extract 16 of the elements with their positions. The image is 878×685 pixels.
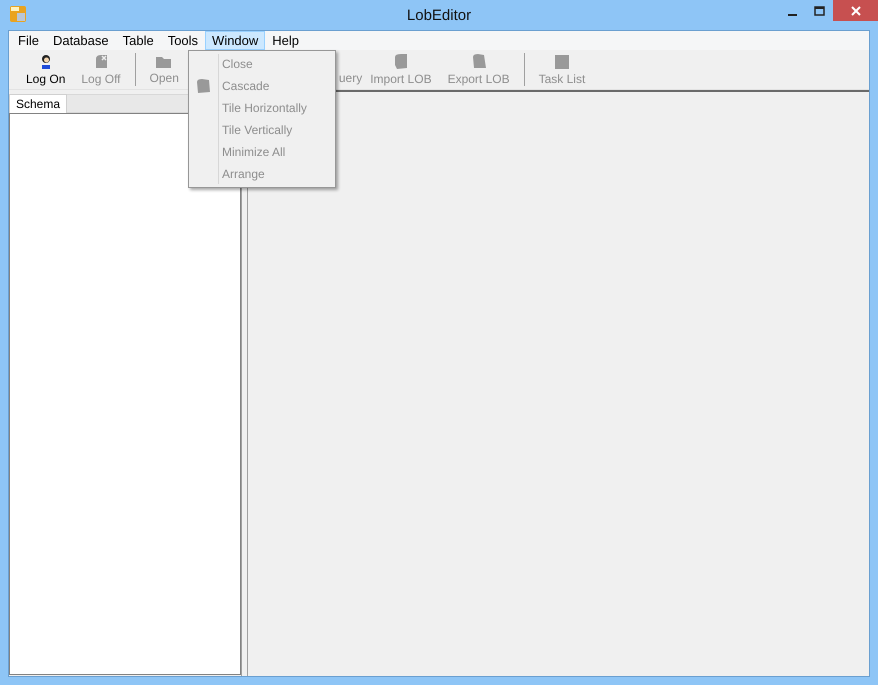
menu-item[interactable]: Table (116, 31, 161, 50)
schema-tab[interactable]: Schema (9, 94, 68, 113)
menu-item[interactable]: Database (46, 31, 116, 50)
menu-item[interactable]: Help (265, 31, 306, 50)
toolbar-button[interactable]: Log On (18, 50, 74, 89)
close-icon (850, 6, 860, 16)
task-list-icon (554, 54, 570, 70)
close-button[interactable] (833, 0, 878, 21)
menu-item[interactable]: File (11, 31, 46, 50)
window-title: LobEditor (406, 6, 472, 24)
maximize-icon (814, 6, 825, 16)
menu-item[interactable]: Window (205, 31, 266, 50)
menu-item[interactable]: Tools (160, 31, 206, 50)
app-icon (10, 6, 26, 22)
minimize-icon (788, 14, 797, 16)
folder-icon (155, 54, 174, 68)
